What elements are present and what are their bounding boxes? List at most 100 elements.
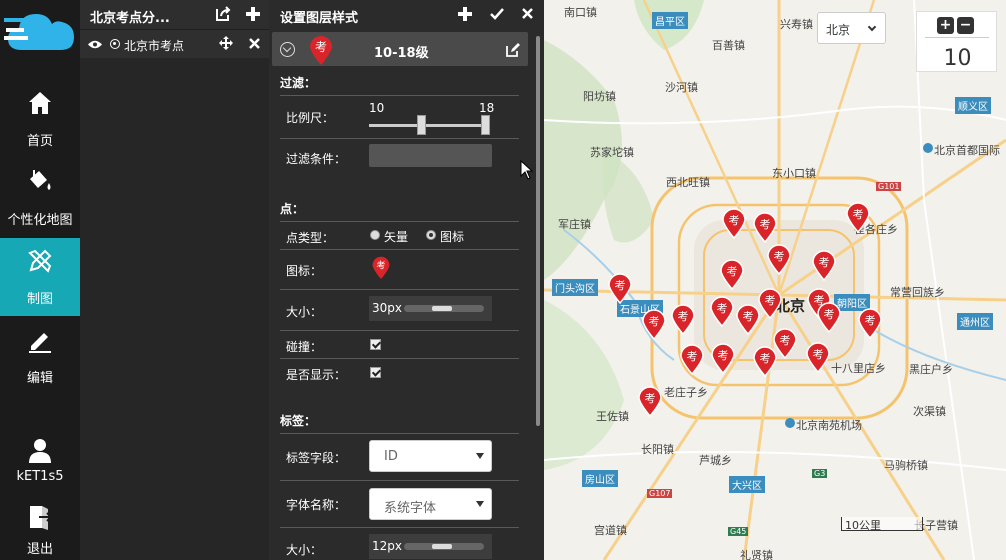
point-type-vector-radio[interactable] <box>370 230 380 240</box>
zoom-in-button[interactable]: + <box>937 17 954 34</box>
layer-radio[interactable] <box>110 39 120 49</box>
add-icon[interactable] <box>458 7 472 21</box>
logout-label: 退出 <box>26 542 53 557</box>
scale-max-value: 18 <box>479 101 495 115</box>
label-size-value: 12px <box>372 539 402 553</box>
point-size-track[interactable] <box>404 305 484 312</box>
map-place-label: 宫道镇 <box>594 524 627 537</box>
label-field-value: ID <box>384 449 398 464</box>
username: kET1s5 <box>16 469 64 484</box>
exam-site-pin-icon[interactable]: 考 <box>719 258 745 290</box>
city-select[interactable]: 北京 <box>817 12 886 44</box>
filter-condition-input[interactable] <box>369 144 492 167</box>
style-title: 设置图层样式 <box>280 11 359 26</box>
move-icon[interactable] <box>219 36 233 50</box>
exam-site-pin-icon[interactable]: 考 <box>845 201 871 233</box>
point-size-slider[interactable]: 30px <box>369 296 492 321</box>
nav-item-label: 编辑 <box>26 371 53 386</box>
exam-site-pin-icon[interactable]: 考 <box>735 303 761 335</box>
exam-site-pin-icon[interactable]: 考 <box>710 342 736 374</box>
svg-text:考: 考 <box>727 265 738 278</box>
svg-text:考: 考 <box>774 250 785 263</box>
exam-site-pin-icon[interactable]: 考 <box>721 207 747 239</box>
exam-site-pin-icon[interactable]: 考 <box>709 295 735 327</box>
map-place-label: 北京南苑机场 <box>796 419 862 432</box>
map-district-badge: 大兴区 <box>729 476 765 493</box>
scale-slider-max-handle[interactable] <box>481 115 490 135</box>
icon-row: 图标： <box>280 249 519 289</box>
layers-title: 北京考点分... <box>90 11 170 26</box>
exam-pin-icon[interactable]: 考 <box>371 255 391 280</box>
logout-icon <box>30 506 53 530</box>
map-place-label: 南口镇 <box>564 6 597 19</box>
close-panel-icon[interactable] <box>522 8 533 19</box>
icon-label: 图标： <box>286 264 323 278</box>
exam-site-pin-icon[interactable]: 考 <box>607 272 633 304</box>
point-type-icon-radio[interactable] <box>426 230 436 240</box>
point-type-icon-label: 图标 <box>440 230 465 244</box>
nav-item-edit[interactable]: 编辑 <box>0 317 80 395</box>
layer-row[interactable]: 北京市考点 <box>80 30 269 58</box>
style-panel: 设置图层样式 考 10-18级 过滤： 比例尺： 10 18 过滤条件： 点： <box>269 0 544 560</box>
scale-slider-min-handle[interactable] <box>417 115 426 135</box>
nav-item-label: 制图 <box>26 292 53 307</box>
scale-label: 比例尺： <box>286 111 335 125</box>
map-view[interactable]: 南口镇 兴寿镇 百善镇 沙河镇 阳坊镇 苏家坨镇 东小口镇 西北旺镇 北京首都国际 军庄镇 崔各庄乡… <box>544 0 1006 560</box>
label-size-slider[interactable]: 12px <box>369 534 492 559</box>
label-field-select[interactable]: ID <box>369 440 492 472</box>
exam-site-pin-icon[interactable]: 考 <box>811 249 837 281</box>
style-panel-scrollbar[interactable] <box>536 36 540 426</box>
visible-checkbox[interactable] <box>370 367 381 378</box>
zoom-out-button[interactable]: − <box>957 17 974 34</box>
road-shield: G45 <box>728 527 749 536</box>
scale-slider-track[interactable] <box>369 124 490 127</box>
logout-button[interactable]: 退出 <box>0 496 80 560</box>
exam-site-pin-icon[interactable]: 考 <box>752 211 778 243</box>
exam-site-pin-icon[interactable]: 考 <box>752 345 778 377</box>
svg-text:考: 考 <box>865 314 876 327</box>
confirm-check-icon[interactable] <box>490 8 504 20</box>
collision-checkbox[interactable] <box>370 339 381 350</box>
exam-site-pin-icon[interactable]: 考 <box>805 341 831 373</box>
eye-icon[interactable] <box>88 40 102 49</box>
road-shield: G107 <box>647 489 673 498</box>
edit-icon[interactable] <box>506 43 520 57</box>
point-type-label: 点类型： <box>286 231 335 245</box>
exam-site-pin-icon[interactable]: 考 <box>679 343 705 375</box>
filter-section-title: 过滤： <box>280 76 317 90</box>
map-place-label: 军庄镇 <box>558 218 591 231</box>
exam-site-pin-icon[interactable]: 考 <box>766 243 792 275</box>
exam-site-pin-icon[interactable]: 考 <box>857 307 883 339</box>
home-icon <box>29 92 51 114</box>
svg-text:考: 考 <box>765 294 776 307</box>
exam-site-pin-icon[interactable]: 考 <box>641 308 667 340</box>
label-size-track[interactable] <box>404 543 484 550</box>
pencil-ruler-icon <box>28 249 52 273</box>
close-icon[interactable] <box>249 38 260 49</box>
user-profile[interactable]: kET1s5 <box>0 427 80 505</box>
font-name-select[interactable]: 系统字体 <box>369 488 492 520</box>
scale-bar-label: 10公里 <box>845 519 881 532</box>
exam-site-pin-icon[interactable]: 考 <box>816 301 842 333</box>
nav-item-mapping[interactable]: 制图 <box>0 238 80 316</box>
svg-text:考: 考 <box>813 348 824 361</box>
add-layer-icon[interactable] <box>245 6 261 22</box>
layers-header: 北京考点分... <box>80 0 269 30</box>
visible-label: 是否显示： <box>286 368 347 382</box>
level-bar[interactable]: 考 10-18级 <box>272 32 528 66</box>
collapse-icon[interactable] <box>280 42 295 57</box>
edit-pencil-icon <box>29 333 51 353</box>
exam-site-pin-icon[interactable]: 考 <box>637 385 663 417</box>
user-icon <box>29 439 51 463</box>
exam-site-pin-icon[interactable]: 考 <box>670 303 696 335</box>
font-name-value: 系统字体 <box>384 501 437 516</box>
svg-text:考: 考 <box>853 208 864 221</box>
map-place-label: 阳坊镇 <box>583 90 616 103</box>
nav-item-home[interactable]: 首页 <box>0 80 80 158</box>
nav-item-custom-map[interactable]: 个性化地图 <box>0 159 80 237</box>
layer-name: 北京市考点 <box>124 39 185 53</box>
font-name-label: 字体名称： <box>286 498 347 512</box>
export-icon[interactable] <box>215 6 231 22</box>
map-place-label: 东小口镇 <box>772 167 816 180</box>
dropdown-arrow-icon <box>476 453 484 459</box>
